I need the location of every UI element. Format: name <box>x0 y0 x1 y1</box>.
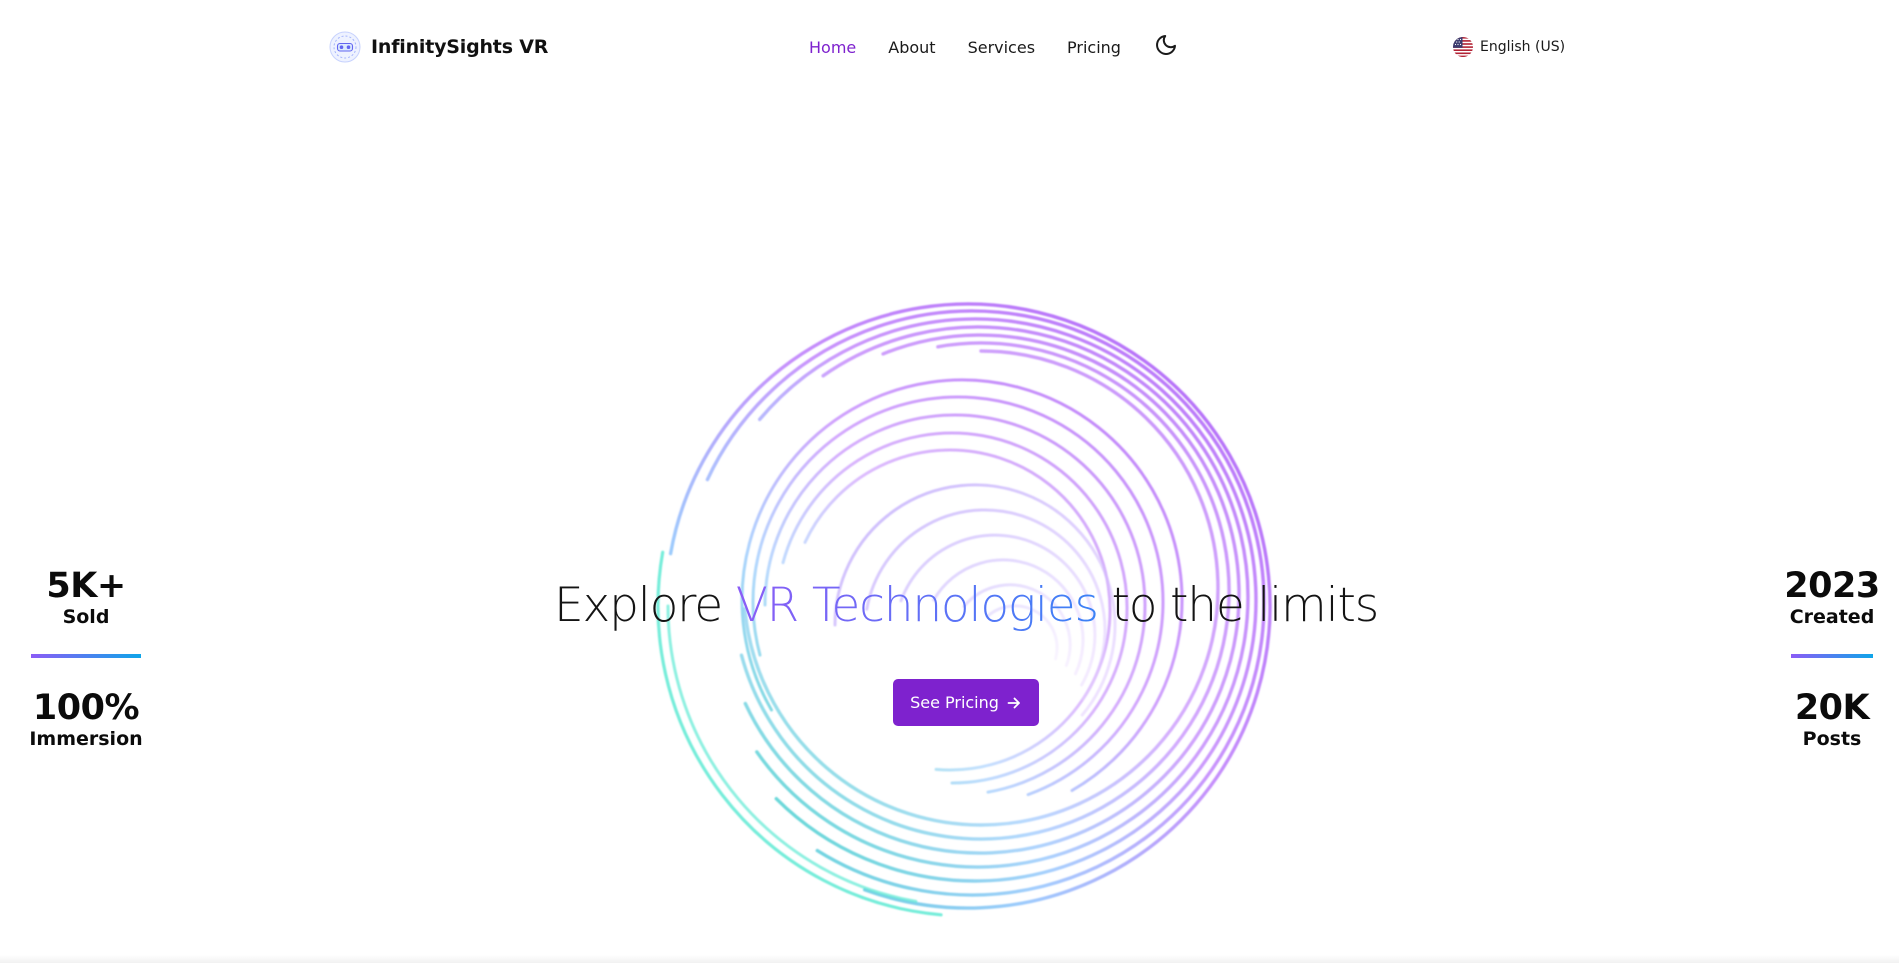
stat-label-created: Created <box>1789 606 1875 628</box>
theme-toggle-button[interactable] <box>1153 32 1179 58</box>
site-header: InfinitySights VR Home About Services Pr… <box>0 0 1899 96</box>
hero-title-end: to the limits <box>1111 578 1380 633</box>
language-label: English (US) <box>1480 39 1566 55</box>
brand-name: InfinitySights VR <box>371 36 549 58</box>
stat-value-immersion: 100% <box>32 688 140 728</box>
nav-item-services[interactable]: Services <box>968 38 1035 57</box>
brand-link[interactable]: InfinitySights VR <box>329 31 548 63</box>
see-pricing-button[interactable]: See Pricing <box>893 679 1039 726</box>
hero-title: Explore VR Technologies to the limits <box>0 574 1899 638</box>
hero-title-start: Explore <box>554 578 723 633</box>
moon-icon <box>1156 35 1176 55</box>
main-nav: Home About Services Pricing <box>809 35 1179 58</box>
nav-item-home[interactable]: Home <box>809 38 856 57</box>
vr-headset-logo-icon <box>329 31 361 63</box>
stat-label-sold: Sold <box>62 606 110 628</box>
hero-title-highlight: VR Technologies <box>735 578 1099 633</box>
stat-label-posts: Posts <box>1802 728 1862 750</box>
nav-item-about[interactable]: About <box>888 38 935 57</box>
stat-value-created: 2023 <box>1784 566 1880 606</box>
stat-value-sold: 5K+ <box>46 566 126 606</box>
stats-left: 5K+ Sold 100% Immersion <box>16 566 156 750</box>
us-flag-icon <box>1453 37 1473 57</box>
stat-divider <box>31 654 141 658</box>
stat-divider <box>1791 654 1873 658</box>
stats-right: 2023 Created 20K Posts <box>1762 566 1899 750</box>
see-pricing-label: See Pricing <box>910 693 999 712</box>
language-selector[interactable]: English (US) <box>1453 37 1565 57</box>
stat-label-immersion: Immersion <box>29 728 143 750</box>
page: InfinitySights VR Home About Services Pr… <box>0 0 1899 963</box>
section-divider <box>0 955 1899 963</box>
spiral-arc <box>666 604 918 903</box>
arrow-right-icon <box>1007 697 1020 708</box>
nav-item-pricing[interactable]: Pricing <box>1067 38 1121 57</box>
spiral-graphic <box>656 302 1272 917</box>
stat-value-posts: 20K <box>1794 688 1870 728</box>
